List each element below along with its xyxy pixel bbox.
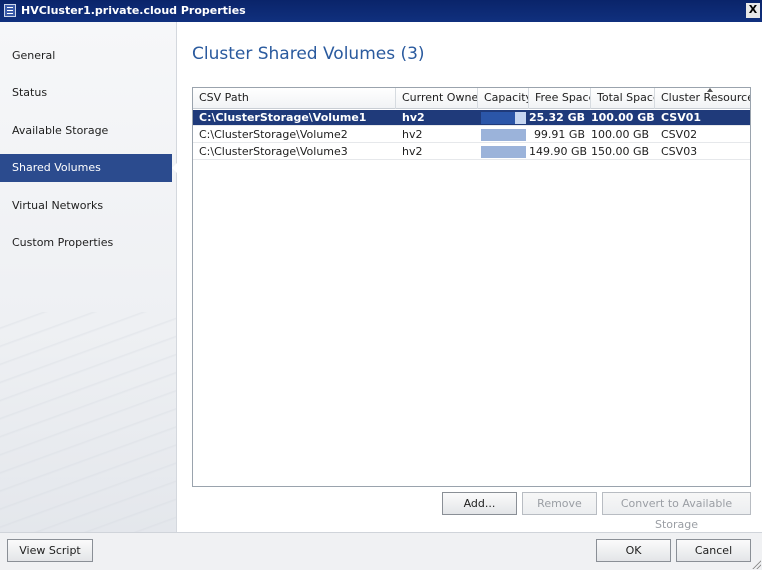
- title-bar[interactable]: HVCluster1.private.cloud Properties X: [0, 0, 762, 22]
- table-row[interactable]: C:\ClusterStorage\Volume3 hv2 149.90 GB …: [193, 144, 750, 160]
- capacity-bar: [481, 129, 526, 141]
- cell-owner: hv2: [402, 111, 425, 124]
- cell-total-space: 100.00 GB: [591, 128, 650, 141]
- ok-button[interactable]: OK: [596, 539, 671, 562]
- column-header-cluster-resource[interactable]: Cluster Resource: [655, 88, 750, 109]
- cell-csv-path: C:\ClusterStorage\Volume3: [199, 145, 348, 158]
- cell-free-space: 149.90 GB: [529, 145, 588, 158]
- capacity-bar: [481, 146, 526, 158]
- cell-owner: hv2: [402, 145, 423, 158]
- sort-ascending-icon: [707, 88, 713, 92]
- column-header-csv-path[interactable]: CSV Path: [193, 88, 396, 109]
- cell-free-space: 99.91 GB: [533, 128, 585, 141]
- cell-cluster-resource: CSV03: [661, 145, 698, 158]
- close-button[interactable]: X: [746, 3, 760, 18]
- window-title: HVCluster1.private.cloud Properties: [21, 4, 246, 17]
- sidebar-item-status[interactable]: Status: [0, 79, 176, 107]
- column-header-total-space[interactable]: Total Space: [591, 88, 655, 109]
- column-header-free-space[interactable]: Free Space: [529, 88, 591, 109]
- table-row[interactable]: C:\ClusterStorage\Volume1 hv2 25.32 GB 1…: [193, 110, 750, 126]
- cell-csv-path: C:\ClusterStorage\Volume1: [199, 111, 367, 124]
- cell-cluster-resource: CSV01: [661, 111, 702, 124]
- page-title: Cluster Shared Volumes (3): [192, 44, 425, 64]
- cell-total-space: 100.00 GB: [591, 111, 655, 124]
- convert-to-available-storage-button[interactable]: Convert to Available Storage: [602, 492, 751, 531]
- dialog-footer: View Script OK Cancel: [0, 532, 762, 570]
- resize-grip-icon[interactable]: [751, 559, 761, 569]
- window-icon: [4, 4, 16, 17]
- sidebar: General Status Available Storage Shared …: [0, 22, 179, 532]
- cancel-button[interactable]: Cancel: [676, 539, 751, 562]
- cell-csv-path: C:\ClusterStorage\Volume2: [199, 128, 348, 141]
- add-button[interactable]: Add...: [442, 492, 517, 515]
- view-script-button[interactable]: View Script: [7, 539, 93, 562]
- column-header-capacity[interactable]: Capacity: [478, 88, 529, 109]
- cell-total-space: 150.00 GB: [591, 145, 650, 158]
- sidebar-item-available-storage[interactable]: Available Storage: [0, 117, 176, 145]
- sidebar-item-custom-properties[interactable]: Custom Properties: [0, 229, 176, 257]
- column-header-current-owner[interactable]: Current Owner: [396, 88, 478, 109]
- capacity-bar: [481, 112, 526, 124]
- remove-button[interactable]: Remove: [522, 492, 597, 515]
- cell-free-space: 25.32 GB: [529, 111, 586, 124]
- column-header-label: Cluster Resource: [661, 91, 750, 104]
- table-row[interactable]: C:\ClusterStorage\Volume2 hv2 99.91 GB 1…: [193, 127, 750, 143]
- sidebar-item-virtual-networks[interactable]: Virtual Networks: [0, 192, 176, 220]
- capacity-bar-free: [515, 112, 526, 124]
- table-header: CSV Path Current Owner Capacity Free Spa…: [193, 88, 750, 109]
- sidebar-item-general[interactable]: General: [0, 42, 176, 70]
- csv-table[interactable]: CSV Path Current Owner Capacity Free Spa…: [192, 87, 751, 487]
- cell-cluster-resource: CSV02: [661, 128, 698, 141]
- cell-owner: hv2: [402, 128, 423, 141]
- sidebar-item-shared-volumes[interactable]: Shared Volumes: [0, 154, 179, 182]
